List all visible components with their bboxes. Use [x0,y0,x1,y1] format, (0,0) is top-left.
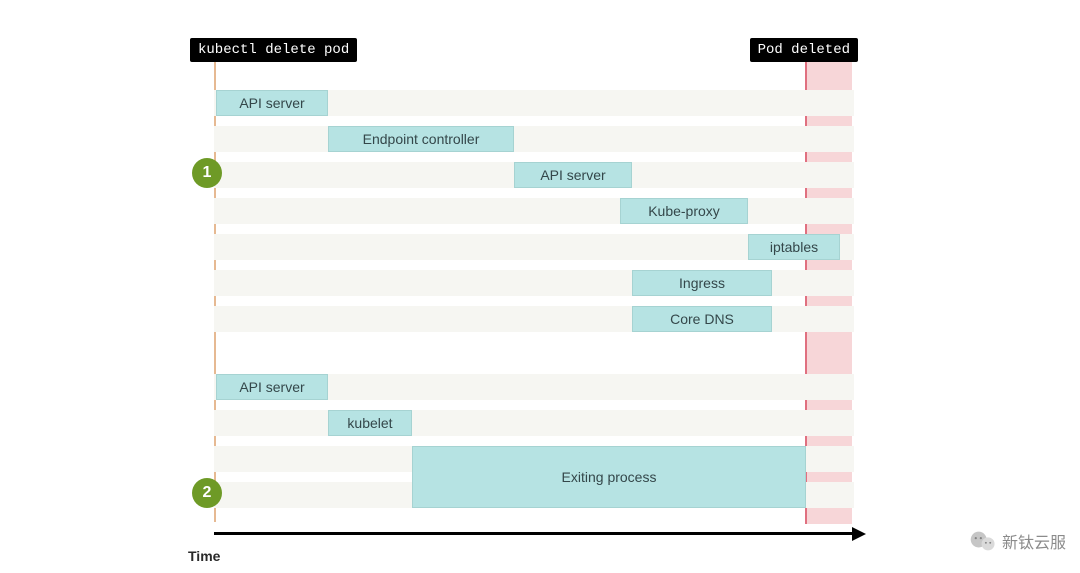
bar-api-server-1: API server [216,90,328,116]
bar-api-server-2: API server [514,162,632,188]
bar-endpoint-controller: Endpoint controller [328,126,514,152]
badge-one: 1 [192,158,222,188]
bar-exiting-process: Exiting process [412,446,806,508]
tag-kubectl-delete: kubectl delete pod [190,38,357,62]
lane [214,126,854,152]
bar-kube-proxy: Kube-proxy [620,198,748,224]
badge-two: 2 [192,478,222,508]
bar-ingress: Ingress [632,270,772,296]
wechat-icon [970,530,996,552]
bar-core-dns: Core DNS [632,306,772,332]
time-axis-line [214,532,854,535]
watermark: 新钛云服 [970,529,1066,553]
arrow-right-icon [852,527,866,541]
bar-kubelet: kubelet [328,410,412,436]
bar-api-server-3: API server [216,374,328,400]
lane [214,410,854,436]
timeline-diagram: kubectl delete pod Pod deleted API serve… [190,38,870,518]
lane [214,198,854,224]
time-axis-label: Time [188,548,220,564]
bar-iptables: iptables [748,234,840,260]
tag-pod-deleted: Pod deleted [750,38,858,62]
watermark-text: 新钛云服 [1002,529,1066,553]
